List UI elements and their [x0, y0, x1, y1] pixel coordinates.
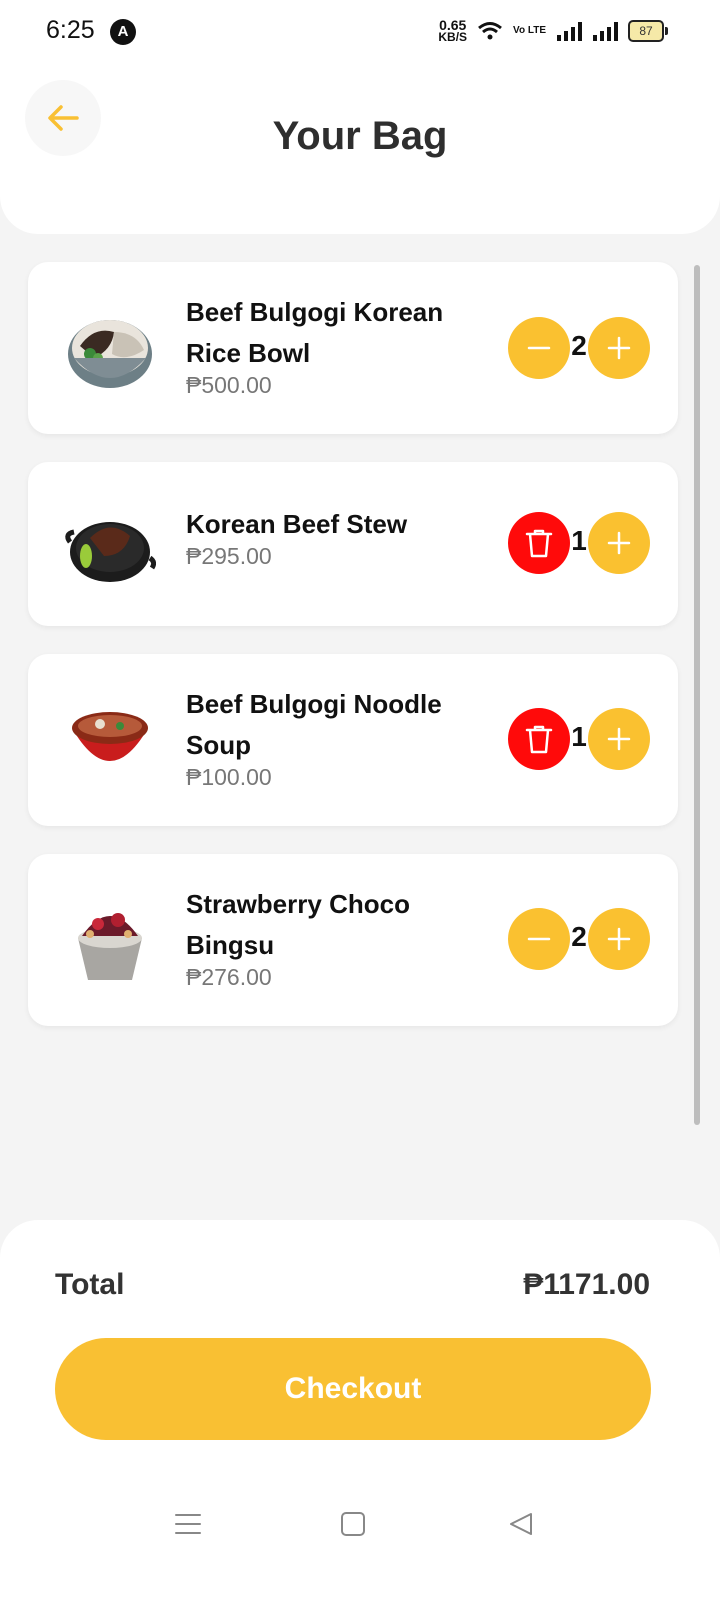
- back-triangle-icon[interactable]: [505, 1508, 537, 1540]
- item-info: Beef Bulgogi Noodle Soup ₱100.00: [186, 684, 486, 791]
- item-info: Beef Bulgogi Korean Rice Bowl ₱500.00: [186, 292, 486, 399]
- increase-button[interactable]: [588, 512, 650, 574]
- status-time: 6:25: [46, 16, 95, 44]
- status-indicators: 0.65 KB/S Vo LTE 87: [438, 15, 668, 47]
- plus-icon: [607, 927, 631, 951]
- quantity-stepper: 1: [508, 708, 652, 772]
- bingsu-image: [78, 913, 142, 980]
- total-label: Total: [55, 1268, 125, 1301]
- item-quantity: 2: [571, 921, 587, 952]
- item-quantity: 1: [571, 525, 587, 556]
- plus-icon: [607, 336, 631, 360]
- item-name: Beef Bulgogi Korean Rice Bowl: [186, 297, 444, 368]
- app-notification-icon: A: [110, 19, 136, 45]
- quantity-stepper: 2: [508, 908, 652, 972]
- increase-button[interactable]: [588, 708, 650, 770]
- cart-list: Beef Bulgogi Korean Rice Bowl ₱500.00 2: [28, 262, 678, 1054]
- cart-item: Korean Beef Stew ₱295.00 1: [28, 462, 678, 626]
- checkout-button[interactable]: Checkout: [55, 1338, 651, 1440]
- trash-icon: [525, 725, 553, 754]
- item-price: ₱276.00: [186, 964, 272, 990]
- cart-item: Strawberry Choco Bingsu ₱276.00 2: [28, 854, 678, 1026]
- delete-button[interactable]: [508, 512, 570, 574]
- item-name: Beef Bulgogi Noodle Soup: [186, 689, 442, 760]
- item-name: Strawberry Choco Bingsu: [186, 889, 410, 960]
- plus-icon: [607, 531, 631, 555]
- increase-button[interactable]: [588, 908, 650, 970]
- item-name: Korean Beef Stew: [186, 509, 408, 539]
- rice-bowl-image: [68, 320, 152, 388]
- home-square-icon[interactable]: [337, 1508, 369, 1540]
- total-value: ₱1171.00: [523, 1268, 650, 1301]
- system-nav-bar: [0, 1478, 720, 1578]
- item-price: ₱100.00: [186, 764, 272, 790]
- volte-indicator: Vo LTE: [513, 25, 546, 36]
- item-price: ₱295.00: [186, 543, 272, 569]
- minus-icon: [527, 346, 551, 350]
- item-info: Strawberry Choco Bingsu ₱276.00: [186, 884, 486, 991]
- battery-indicator: 87: [628, 20, 668, 42]
- menu-icon[interactable]: [172, 1508, 204, 1540]
- quantity-stepper: 2: [508, 317, 652, 381]
- cart-item: Beef Bulgogi Noodle Soup ₱100.00 1: [28, 654, 678, 826]
- checkout-panel: Total ₱1171.00 Checkout: [0, 1220, 720, 1600]
- decrease-button[interactable]: [508, 317, 570, 379]
- item-price: ₱500.00: [186, 372, 272, 398]
- status-bar: 6:25 A 0.65 KB/S Vo LTE 87: [0, 0, 720, 62]
- header: Your Bag: [0, 62, 720, 234]
- increase-button[interactable]: [588, 317, 650, 379]
- delete-button[interactable]: [508, 708, 570, 770]
- quantity-stepper: 1: [508, 512, 652, 576]
- cell-signal-icon-2: [593, 22, 618, 41]
- network-speed-unit: KB/S: [438, 30, 468, 44]
- noodle-soup-image: [72, 712, 148, 761]
- item-quantity: 2: [571, 330, 587, 361]
- plus-icon: [607, 727, 631, 751]
- decrease-button[interactable]: [508, 908, 570, 970]
- beef-stew-image: [65, 522, 156, 582]
- wifi-icon: [478, 22, 502, 40]
- network-speed: 0.65 KB/S: [438, 18, 468, 44]
- item-quantity: 1: [571, 721, 587, 752]
- minus-icon: [527, 937, 551, 941]
- scrollbar[interactable]: [694, 265, 700, 1125]
- trash-icon: [525, 529, 553, 558]
- item-info: Korean Beef Stew ₱295.00: [186, 504, 486, 570]
- cell-signal-icon: [557, 22, 582, 41]
- page-title: Your Bag: [272, 114, 448, 158]
- cart-item: Beef Bulgogi Korean Rice Bowl ₱500.00 2: [28, 262, 678, 434]
